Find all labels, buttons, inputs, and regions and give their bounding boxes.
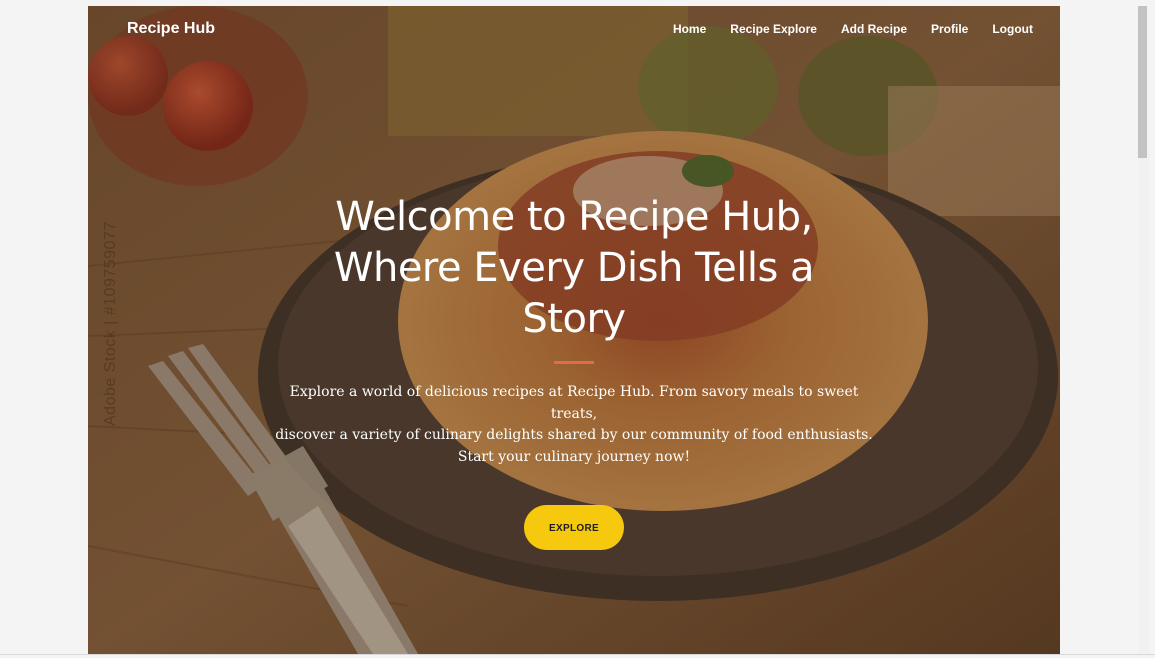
bottom-divider <box>0 654 1155 655</box>
page-frame: Adobe Stock | #109759077 Recipe Hub Home… <box>88 6 1060 654</box>
nav-links: Home Recipe Explore Add Recipe Profile L… <box>673 22 1033 36</box>
nav-add-recipe-link[interactable]: Add Recipe <box>841 22 907 36</box>
nav-recipe-explore-link[interactable]: Recipe Explore <box>730 22 817 36</box>
hero-description-line-2: discover a variety of culinary delights … <box>275 427 873 443</box>
hero-description: Explore a world of delicious recipes at … <box>274 382 874 468</box>
nav-profile-link[interactable]: Profile <box>931 22 968 36</box>
explore-button[interactable]: EXPLORE <box>524 505 624 550</box>
hero-section: Welcome to Recipe Hub, Where Every Dish … <box>88 192 1060 550</box>
nav-home-link[interactable]: Home <box>673 22 706 36</box>
hero-description-line-1: Explore a world of delicious recipes at … <box>289 384 859 422</box>
navbar: Recipe Hub Home Recipe Explore Add Recip… <box>88 6 1060 54</box>
brand-logo[interactable]: Recipe Hub <box>127 20 215 38</box>
hero-title: Welcome to Recipe Hub, Where Every Dish … <box>333 194 815 342</box>
scrollbar-thumb[interactable] <box>1138 6 1147 158</box>
nav-logout-link[interactable]: Logout <box>992 22 1033 36</box>
title-divider <box>554 361 594 364</box>
hero-description-line-3: Start your culinary journey now! <box>457 448 691 465</box>
